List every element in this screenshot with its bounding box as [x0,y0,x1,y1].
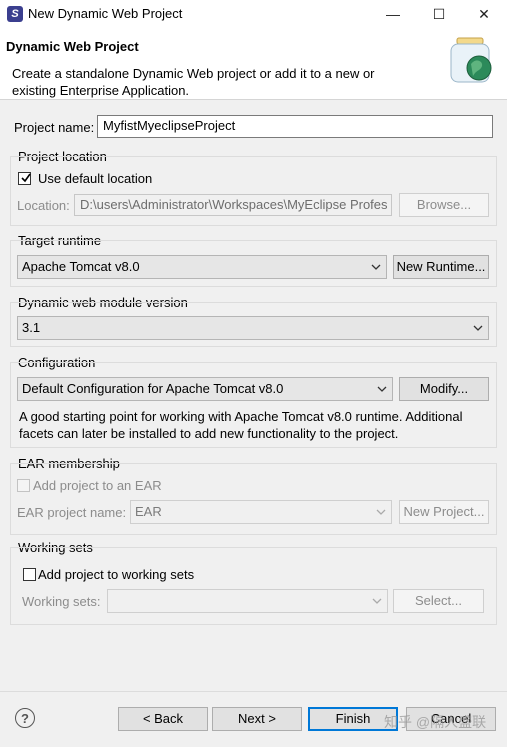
working-sets-label: Working sets: [22,594,101,609]
watermark: 知乎 @隔人盛联 [384,714,487,730]
help-icon[interactable]: ? [15,708,35,728]
wizard-banner: Dynamic Web Project Create a standalone … [0,28,507,100]
location-label: Location: [17,198,70,213]
target-runtime-value: Apache Tomcat v8.0 [22,259,140,274]
new-runtime-button[interactable]: New Runtime... [393,255,489,279]
maximize-button[interactable]: ☐ [416,0,462,28]
ear-project-name-select[interactable]: EAR [130,500,392,524]
configuration-value: Default Configuration for Apache Tomcat … [22,381,284,396]
minimize-button[interactable]: — [370,0,416,28]
use-default-location-checkbox[interactable] [18,172,31,185]
configuration-select[interactable]: Default Configuration for Apache Tomcat … [17,377,393,401]
wizard-title: Dynamic Web Project [6,39,139,54]
close-button[interactable]: ✕ [461,0,507,28]
add-to-ear-label: Add project to an EAR [33,478,162,493]
use-default-location-label: Use default location [38,171,153,186]
target-runtime-select[interactable]: Apache Tomcat v8.0 [17,255,387,279]
ear-membership-group [10,463,497,535]
module-version-select[interactable]: 3.1 [17,316,489,340]
project-name-input[interactable]: MyfistMyeclipseProject [97,115,493,138]
eclipse-logo-icon: S [7,6,23,22]
footer-separator [0,691,507,692]
chevron-down-icon [377,386,387,392]
modify-button[interactable]: Modify... [399,377,489,401]
project-name-label: Project name: [14,120,95,135]
checkmark-icon [21,173,31,183]
working-sets-select[interactable] [107,589,388,613]
next-button[interactable]: Next > [212,707,302,731]
add-to-ear-checkbox[interactable] [17,479,30,492]
configuration-description: A good starting point for working with A… [19,409,463,441]
working-sets-group [10,547,497,625]
window-title: New Dynamic Web Project [28,6,183,21]
wizard-description: Create a standalone Dynamic Web project … [12,66,375,98]
add-to-working-sets-checkbox[interactable] [23,568,36,581]
chevron-down-icon [372,598,382,604]
new-project-button[interactable]: New Project... [399,500,489,524]
chevron-down-icon [371,264,381,270]
browse-button[interactable]: Browse... [399,193,489,217]
chevron-down-icon [376,509,386,515]
add-to-working-sets-label: Add project to working sets [38,567,195,582]
ear-project-name-label: EAR project name: [17,505,127,520]
chevron-down-icon [473,325,483,331]
web-project-jar-icon [450,37,492,83]
ear-project-name-value: EAR [135,504,162,519]
title-bar: S New Dynamic Web Project — ☐ ✕ [0,0,507,28]
back-button[interactable]: < Back [118,707,208,731]
module-version-value: 3.1 [22,320,41,335]
select-working-sets-button[interactable]: Select... [393,589,484,613]
location-input[interactable]: D:\users\Administrator\Workspaces\MyEcli… [74,194,392,216]
